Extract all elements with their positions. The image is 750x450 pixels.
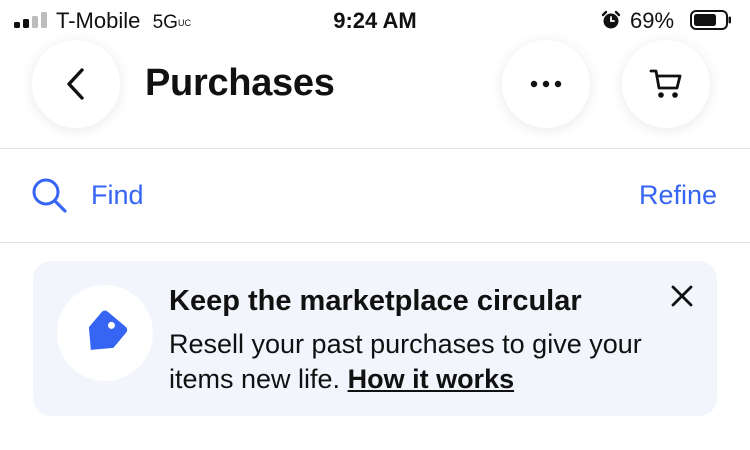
find-button[interactable]: Find: [91, 180, 144, 211]
alarm-icon: [601, 10, 621, 29]
cart-button[interactable]: [622, 40, 710, 128]
search-divider: [0, 242, 750, 243]
search-icon[interactable]: [30, 176, 68, 214]
more-button[interactable]: [502, 40, 590, 128]
cart-icon: [649, 69, 682, 98]
banner-body: Resell your past purchases to give your …: [169, 327, 689, 397]
price-tag-icon: [88, 310, 128, 350]
refine-button[interactable]: Refine: [639, 180, 717, 211]
close-icon[interactable]: [669, 283, 695, 309]
battery-percent: 69%: [630, 8, 675, 33]
page-title: Purchases: [145, 62, 335, 104]
chevron-left-icon: [67, 68, 84, 100]
resell-banner: Keep the marketplace circular Resell you…: [33, 261, 717, 416]
back-button[interactable]: [32, 40, 120, 128]
battery-icon: [690, 10, 731, 30]
status-bar: T-Mobile 5GUC 9:24 AM 69%: [0, 0, 750, 40]
more-horizontal-icon: [530, 80, 562, 88]
header-divider: [0, 148, 750, 149]
how-it-works-link[interactable]: How it works: [348, 364, 515, 394]
tag-icon-badge: [57, 285, 153, 381]
banner-title: Keep the marketplace circular: [169, 285, 582, 317]
